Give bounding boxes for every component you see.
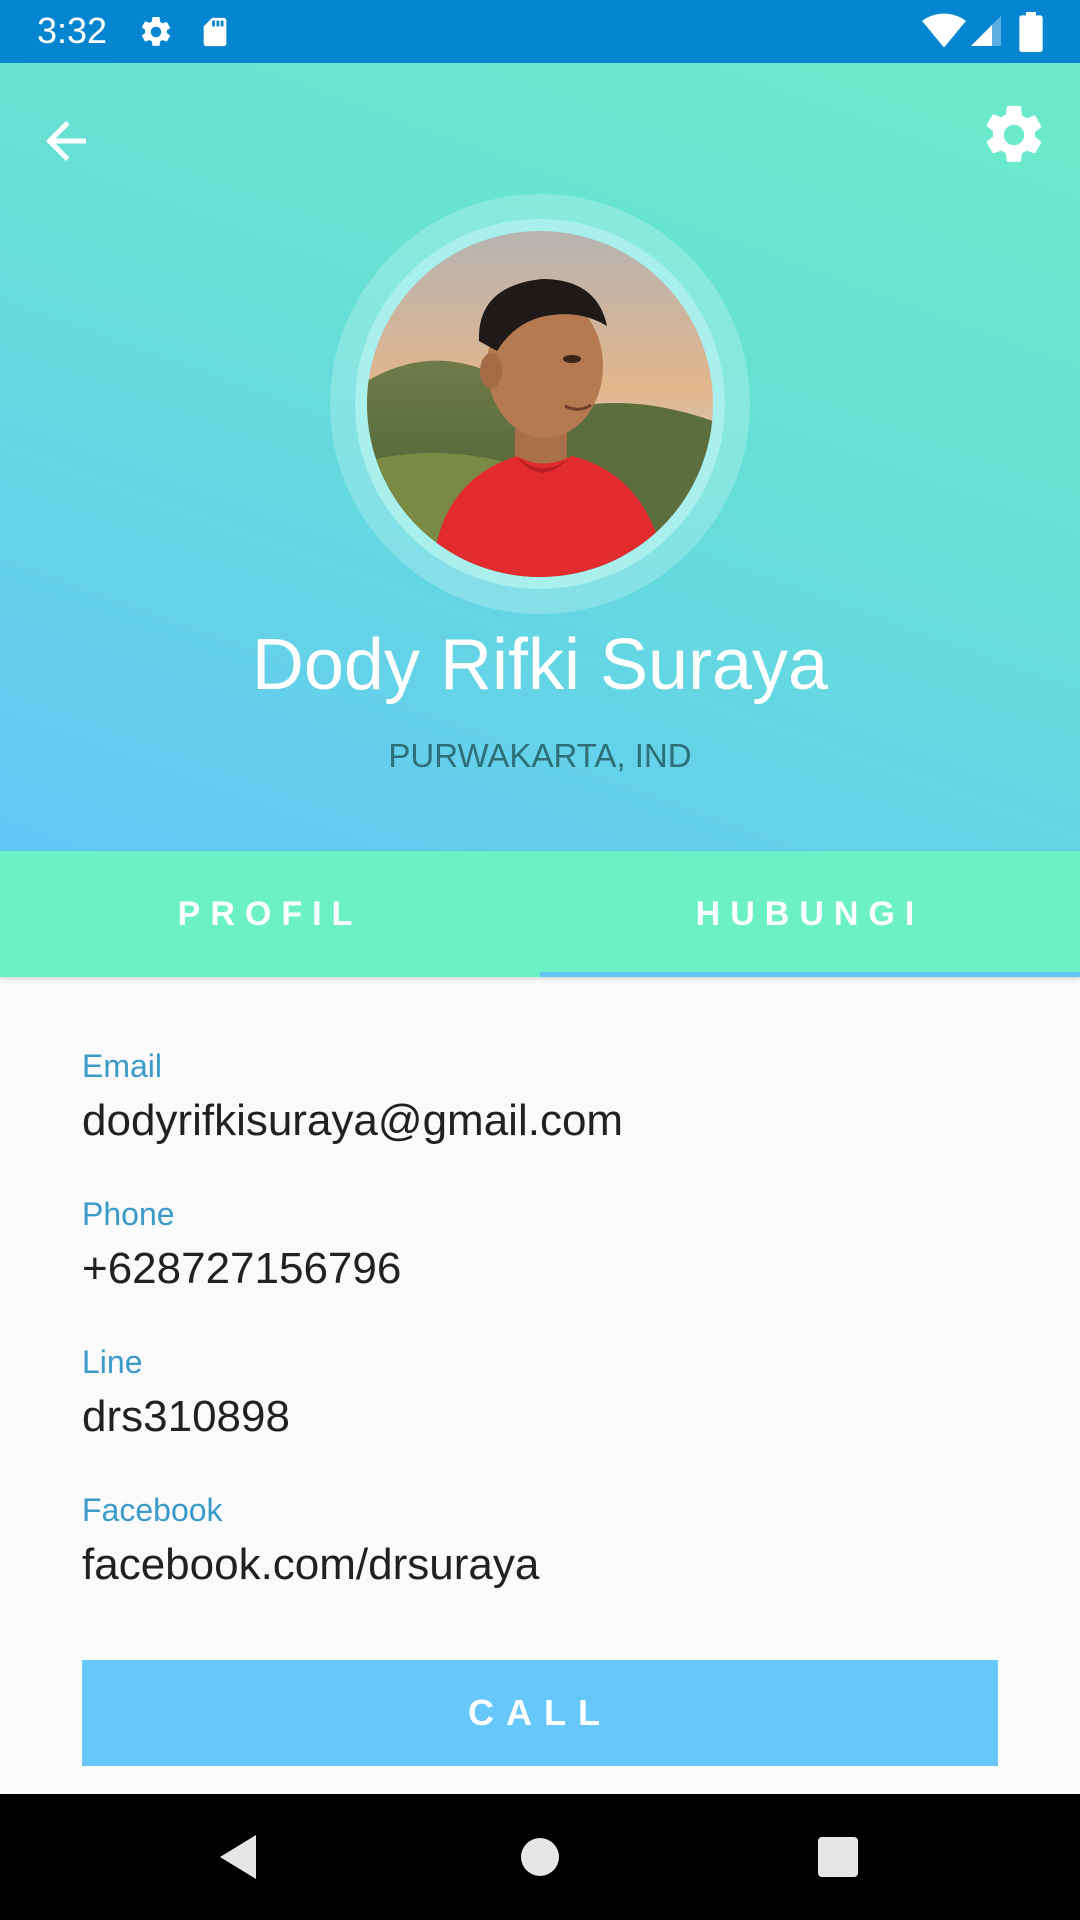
nav-back-button[interactable] [208,1827,268,1887]
tab-hubungi[interactable]: HUBUNGI [540,851,1080,977]
tab-selected-indicator [540,972,1080,977]
arrow-left-icon [46,121,86,161]
line-label: Line [82,1344,143,1380]
email-value[interactable]: dodyrifkisuraya@gmail.com [82,1094,623,1148]
email-label: Email [82,1048,163,1084]
recents-square-icon [818,1837,858,1877]
nav-home-button[interactable] [510,1827,570,1887]
facebook-value[interactable]: facebook.com/drsuraya [82,1538,539,1592]
back-triangle-icon [220,1835,256,1879]
profile-header: Dody Rifki Suraya PURWAKARTA, IND [0,63,1080,851]
status-bar: 3:32 [0,0,1080,63]
tab-bar: PROFIL HUBUNGI [0,851,1080,977]
battery-icon [1018,12,1044,57]
sd-card-icon [198,14,232,55]
back-button[interactable] [26,101,106,181]
nav-recents-button[interactable] [808,1827,868,1887]
facebook-label: Facebook [82,1492,223,1528]
phone-value[interactable]: +628727156796 [82,1242,401,1296]
status-time: 3:32 [37,10,108,51]
profile-name: Dody Rifki Suraya [251,625,829,705]
home-circle-icon [521,1838,559,1876]
profile-screen: 3:32 Dody Rifki Suraya PURWAKARTA, IND P… [0,0,1080,1920]
line-value[interactable]: drs310898 [82,1390,290,1444]
gear-icon [986,105,1042,162]
gear-icon [138,14,174,55]
phone-label: Phone [82,1196,175,1232]
tab-profil[interactable]: PROFIL [0,851,540,977]
tab-hubungi-label: HUBUNGI [695,894,925,933]
tab-profil-label: PROFIL [177,894,363,933]
settings-button[interactable] [972,93,1056,177]
avatar [367,231,713,577]
profile-location: PURWAKARTA, IND [388,737,692,774]
wifi-icon [922,12,966,55]
signal-icon [968,12,1004,55]
navigation-bar [0,1794,1080,1920]
call-button[interactable]: CALL [82,1660,998,1766]
